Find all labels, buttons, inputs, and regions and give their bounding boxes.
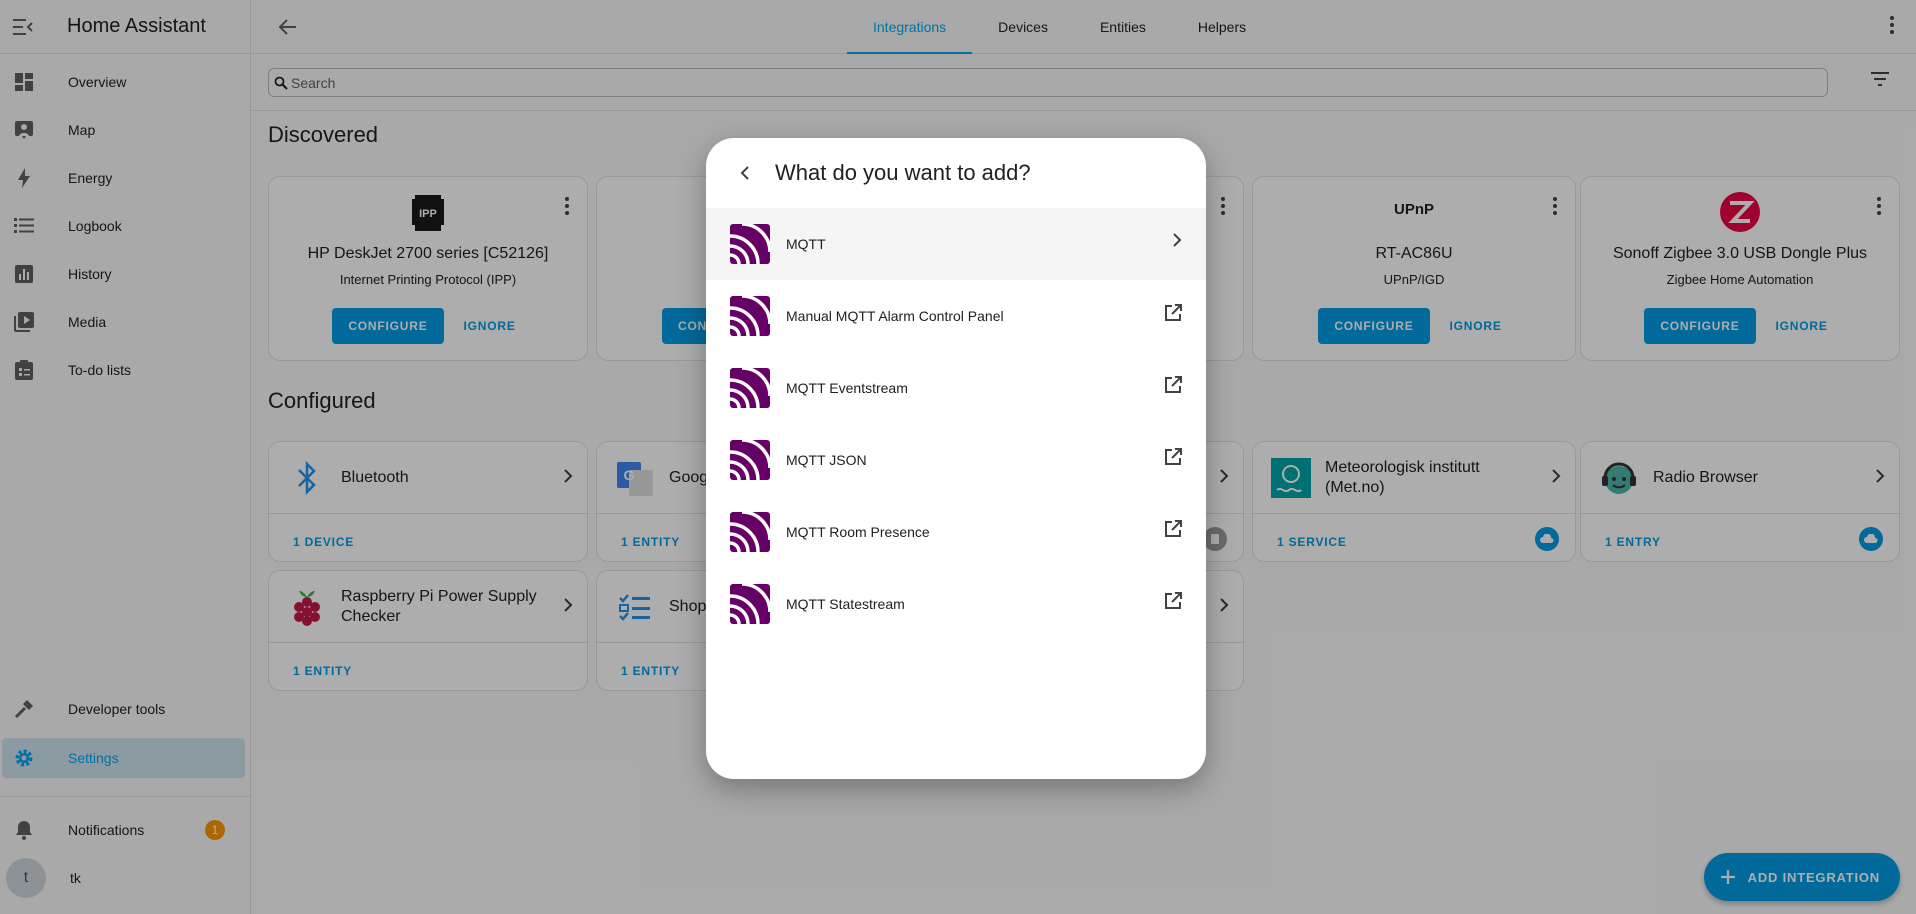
dialog-item-label: MQTT JSON xyxy=(786,452,867,468)
dialog-item-label: Manual MQTT Alarm Control Panel xyxy=(786,308,1004,324)
dialog-title: What do you want to add? xyxy=(775,160,1031,185)
open-in-new-icon xyxy=(1164,520,1182,543)
mqtt-logo-icon xyxy=(730,224,770,264)
dialog-item-mqtt-statestream[interactable]: MQTT Statestream xyxy=(706,568,1206,640)
dialog-item-label: MQTT xyxy=(786,236,826,252)
dialog-item-label: MQTT Statestream xyxy=(786,596,905,612)
dialog-item-mqtt-eventstream[interactable]: MQTT Eventstream xyxy=(706,352,1206,424)
dialog-item-mqtt-room-presence[interactable]: MQTT Room Presence xyxy=(706,496,1206,568)
mqtt-logo-icon xyxy=(730,296,770,336)
dialog-item-label: MQTT Room Presence xyxy=(786,524,930,540)
mqtt-logo-icon xyxy=(730,584,770,624)
open-in-new-icon xyxy=(1164,592,1182,615)
dialog-item-label: MQTT Eventstream xyxy=(786,380,908,396)
dialog-item-mqtt-json[interactable]: MQTT JSON xyxy=(706,424,1206,496)
mqtt-logo-icon xyxy=(730,368,770,408)
open-in-new-icon xyxy=(1164,376,1182,399)
dialog-header: What do you want to add? xyxy=(706,138,1206,208)
mqtt-logo-icon xyxy=(730,440,770,480)
mqtt-logo-icon xyxy=(730,512,770,552)
chevron-right-icon xyxy=(1172,232,1182,253)
dialog-item-mqtt[interactable]: MQTT xyxy=(706,208,1206,280)
open-in-new-icon xyxy=(1164,304,1182,327)
open-in-new-icon xyxy=(1164,448,1182,471)
dialog-item-manual-mqtt-alarm[interactable]: Manual MQTT Alarm Control Panel xyxy=(706,280,1206,352)
chevron-left-icon[interactable] xyxy=(725,153,765,193)
add-integration-dialog: What do you want to add? MQTT Manual MQT… xyxy=(706,138,1206,779)
